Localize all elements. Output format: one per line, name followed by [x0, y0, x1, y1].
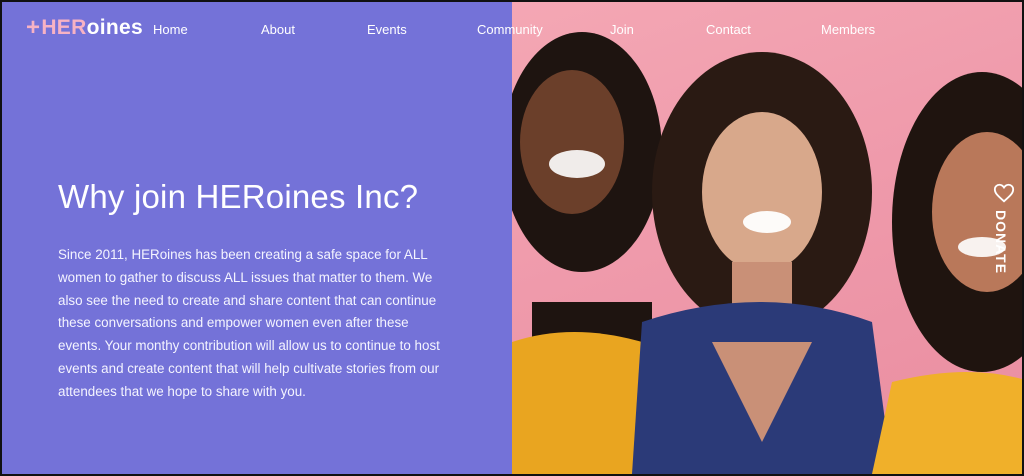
nav-item-community[interactable]: Community	[477, 22, 543, 37]
main-nav: Home About Events Community Join Contact…	[2, 22, 1022, 42]
heart-icon	[993, 183, 1015, 203]
nav-item-events[interactable]: Events	[367, 22, 407, 37]
hero-photo-illustration	[512, 32, 1022, 474]
nav-item-members[interactable]: Members	[821, 22, 875, 37]
page-title: Why join HERoines Inc?	[58, 178, 419, 215]
hero-photo	[512, 2, 1022, 474]
page-frame: + HER oines Home About Events Community …	[0, 0, 1024, 476]
hero-description: Since 2011, HERoines has been creating a…	[58, 247, 440, 399]
donate-label: DONATE	[993, 210, 1009, 275]
donate-button[interactable]: DONATE	[990, 182, 1018, 292]
nav-item-contact[interactable]: Contact	[706, 22, 751, 37]
nav-item-about[interactable]: About	[261, 22, 295, 37]
nav-item-join[interactable]: Join	[610, 22, 634, 37]
nav-item-home[interactable]: Home	[153, 22, 188, 37]
